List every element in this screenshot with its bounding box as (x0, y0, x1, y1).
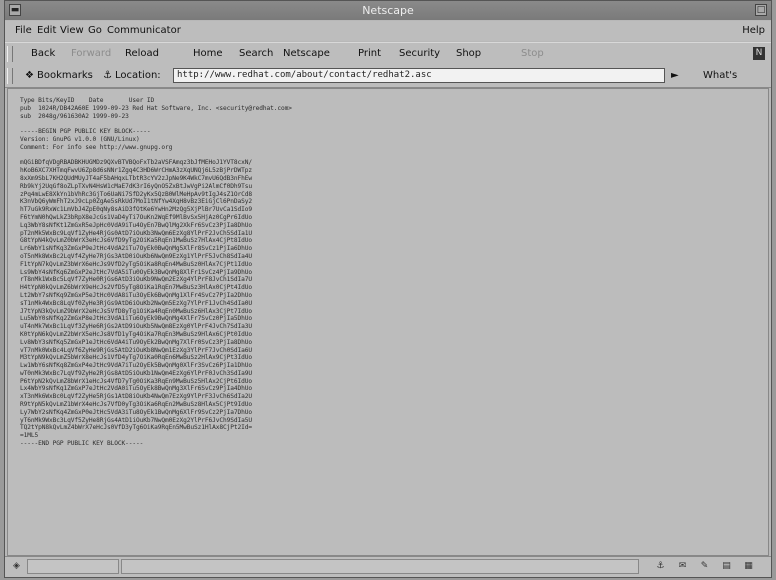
progress-cell (27, 559, 119, 574)
title-bar[interactable]: ▬ Netscape □ (5, 1, 771, 20)
discussion-icon[interactable]: ✎ (699, 561, 710, 572)
reload-button[interactable]: Reload (125, 43, 159, 65)
status-text-cell (121, 559, 639, 574)
shop-button[interactable]: Shop (456, 43, 481, 65)
menu-help[interactable]: Help (742, 21, 765, 41)
forward-button[interactable]: Forward (71, 43, 111, 65)
home-button[interactable]: Home (193, 43, 223, 65)
security-lock-icon[interactable]: ◈ (11, 561, 22, 572)
bookmarks-icon: ❖ (25, 70, 34, 81)
whats-related-icon: ► (671, 70, 679, 81)
menu-communicator[interactable]: Communicator (107, 21, 181, 41)
location-grip[interactable] (7, 68, 13, 84)
netscape-logo-icon: N (753, 47, 765, 60)
mail-icon[interactable]: ✉ (677, 561, 688, 572)
menu-bar: File Edit View Go Communicator Help (5, 21, 771, 41)
location-icon: ⚓ (103, 70, 112, 81)
navigation-toolbar: Back Forward Reload Home Search Netscape… (5, 42, 771, 66)
back-button[interactable]: Back (31, 43, 55, 65)
window-title: Netscape (362, 4, 414, 17)
window-menu-icon[interactable]: ▬ (9, 4, 21, 16)
composer-icon[interactable]: ▤ (721, 561, 732, 572)
page-content: Type Bits/KeyID Date User ID pub 1024R/D… (7, 88, 769, 556)
status-bar: ◈ ⚓ ✉ ✎ ▤ ▦ (5, 556, 771, 577)
component-bar-icon[interactable]: ▦ (743, 561, 754, 572)
browser-window: ▬ Netscape □ File Edit View Go Communica… (4, 0, 772, 578)
search-button[interactable]: Search (239, 43, 273, 65)
menu-edit[interactable]: Edit (37, 21, 56, 41)
location-label: Location: (115, 70, 161, 81)
netscape-button[interactable]: Netscape (283, 43, 330, 65)
toolbar-grip[interactable] (7, 46, 13, 62)
url-input[interactable]: http://www.redhat.com/about/contact/redh… (173, 68, 665, 83)
location-toolbar: ❖ Bookmarks ⚓ Location: http://www.redha… (5, 65, 771, 103)
menu-file[interactable]: File (15, 21, 32, 41)
menu-view[interactable]: View (60, 21, 84, 41)
bookmarks-button[interactable]: Bookmarks (37, 65, 93, 87)
navigator-icon[interactable]: ⚓ (655, 561, 666, 572)
menu-go[interactable]: Go (88, 21, 102, 41)
pgp-key-text: Type Bits/KeyID Date User ID pub 1024R/D… (20, 97, 292, 448)
stop-button[interactable]: Stop (521, 43, 544, 65)
print-button[interactable]: Print (358, 43, 381, 65)
security-button[interactable]: Security (399, 43, 440, 65)
window-close-icon[interactable]: □ (755, 4, 767, 16)
